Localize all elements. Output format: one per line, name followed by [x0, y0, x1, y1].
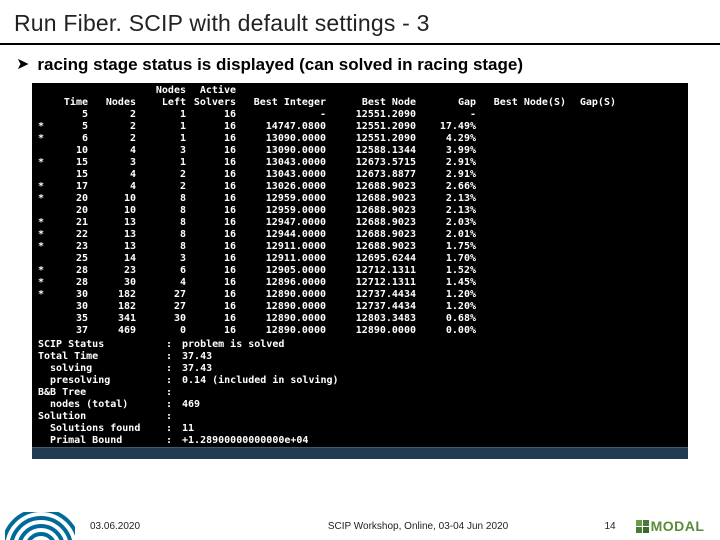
- terminal-row: *6211613090.000012551.20904.29%: [32, 133, 686, 145]
- slide: Run Fiber. SCIP with default settings - …: [0, 0, 720, 540]
- terminal-row: *221381612944.000012688.90232.01%: [32, 229, 686, 241]
- terminal-row: *211381612947.000012688.90232.03%: [32, 217, 686, 229]
- terminal-row: 10431613090.000012588.13443.99%: [32, 145, 686, 157]
- terminal-row: *282361612905.000012712.13111.52%: [32, 265, 686, 277]
- footer-page-number: 14: [596, 521, 624, 532]
- terminal-row: *283041612896.000012712.13111.45%: [32, 277, 686, 289]
- footer-date: 03.06.2020: [80, 521, 240, 532]
- footer-brand-text: MODAL: [651, 518, 705, 534]
- footer-arc-logo: [0, 512, 80, 540]
- terminal-row: *231381612911.000012688.90231.75%: [32, 241, 686, 253]
- terminal-row: *201081612959.000012688.90232.13%: [32, 193, 686, 205]
- terminal-row: 3746901612890.000012890.00000.00%: [32, 325, 686, 337]
- terminal-row: *15311613043.000012673.57152.91%: [32, 157, 686, 169]
- footer-brand-logo: MODAL: [624, 512, 716, 540]
- terminal-row: 201081612959.000012688.90232.13%: [32, 205, 686, 217]
- terminal-row: 30182271612890.000012737.44341.20%: [32, 301, 686, 313]
- terminal-header: NodesActive: [32, 85, 686, 97]
- terminal-row: *30182271612890.000012737.44341.20%: [32, 289, 686, 301]
- status-line: Solution:: [38, 411, 688, 423]
- status-line: B&B Tree:: [38, 387, 688, 399]
- terminal-row: 52116-12551.2090-: [32, 109, 686, 121]
- terminal-row: *5211614747.080012551.209017.49%: [32, 121, 686, 133]
- slide-footer: 03.06.2020 SCIP Workshop, Online, 03-04 …: [0, 512, 720, 540]
- bullet-text: racing stage status is displayed (can so…: [37, 55, 523, 75]
- status-line: presolving: 0.14 (included in solving): [38, 375, 688, 387]
- status-line: Primal Bound: +1.28900000000000e+04: [38, 435, 688, 447]
- status-line: solving: 37.43: [38, 363, 688, 375]
- status-line: SCIP Status: problem is solved: [38, 339, 688, 351]
- status-line: Solutions found: 11: [38, 423, 688, 435]
- page-title: Run Fiber. SCIP with default settings - …: [0, 0, 720, 43]
- footer-event: SCIP Workshop, Online, 03-04 Jun 2020: [240, 521, 596, 532]
- bullet-row: ➤ racing stage status is displayed (can …: [0, 45, 720, 81]
- terminal-status-bar: [32, 447, 688, 459]
- terminal-row: 251431612911.000012695.62441.70%: [32, 253, 686, 265]
- terminal-row: *17421613026.000012688.90232.66%: [32, 181, 686, 193]
- status-line: nodes (total): 469: [38, 399, 688, 411]
- terminal-header: TimeNodesLeftSolversBest IntegerBest Nod…: [32, 97, 686, 109]
- terminal-output: NodesActiveTimeNodesLeftSolversBest Inte…: [32, 83, 688, 459]
- terminal-row: 35341301612890.000012803.34830.68%: [32, 313, 686, 325]
- terminal-row: 15421613043.000012673.88772.91%: [32, 169, 686, 181]
- terminal-status-block: SCIP Status: problem is solvedTotal Time…: [32, 339, 688, 459]
- bullet-arrow-icon: ➤: [16, 57, 29, 73]
- status-line: Total Time: 37.43: [38, 351, 688, 363]
